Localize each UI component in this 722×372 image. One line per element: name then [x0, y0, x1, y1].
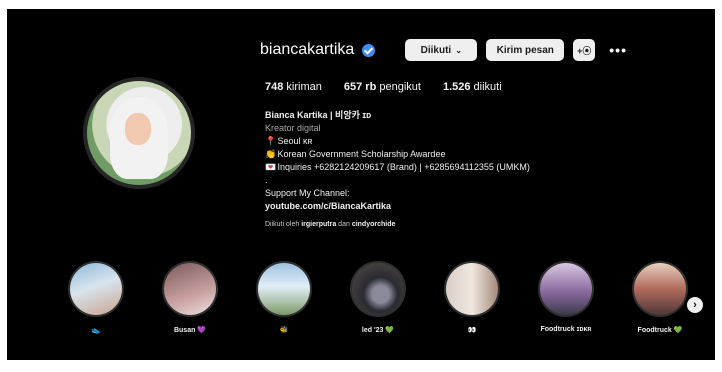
following-button-label: Diikuti: [420, 44, 452, 56]
bio-inquiry-line: 💌 Inquiries +6282124209617 (Brand) | +62…: [265, 162, 530, 172]
more-options-icon[interactable]: •••: [609, 42, 627, 58]
username: biancakartika: [260, 41, 355, 58]
profile-bio: Bianca Kartika | 비앙카 ɪᴅ Kreator digital …: [265, 109, 605, 231]
next-highlights-chevron-icon[interactable]: ›: [687, 297, 703, 313]
highlight-cover: [446, 263, 498, 315]
verified-badge-icon: [362, 43, 376, 57]
highlight-label: 🐝: [279, 327, 289, 334]
highlight-item[interactable]: Foodtruck ɪᴅᴋʀ: [531, 261, 601, 333]
highlight-item[interactable]: 👀: [437, 261, 507, 334]
highlight-label: Foodtruck 💚: [637, 327, 683, 334]
profile-header: biancakartika Diikuti ⌄ Kirim pesan +⦿ •…: [260, 35, 627, 65]
highlight-item[interactable]: 👟: [61, 261, 131, 334]
followed-by: Diikuti oleh irgierputra dan cindyorchid…: [265, 221, 396, 228]
highlight-cover: [258, 263, 310, 315]
highlight-label: Foodtruck ɪᴅᴋʀ: [540, 326, 592, 333]
followers-count[interactable]: 657 rb pengikut: [344, 81, 421, 93]
profile-stats: 748 kiriman 657 rb pengikut 1.526 diikut…: [265, 81, 524, 93]
add-user-icon[interactable]: +⦿: [573, 39, 596, 61]
profile-page: biancakartika Diikuti ⌄ Kirim pesan +⦿ •…: [7, 9, 715, 360]
highlight-item[interactable]: 🐝: [249, 261, 319, 334]
followed-by-user[interactable]: cindyorchide: [352, 221, 396, 228]
highlight-label: 👟: [91, 327, 101, 334]
highlight-cover: [164, 263, 216, 315]
support-text: Support My Channel:: [265, 188, 350, 198]
bio-dot: .: [265, 175, 268, 185]
story-highlights: 👟 Busan 💜 🐝 led '23 💚 👀 Foodtruck ɪᴅᴋʀ F…: [61, 261, 701, 341]
followed-by-user[interactable]: irgierputra: [301, 221, 336, 228]
following-button[interactable]: Diikuti ⌄: [405, 39, 478, 61]
profile-avatar[interactable]: [83, 77, 195, 189]
profile-link[interactable]: youtube.com/c/BiancaKartika: [265, 200, 605, 213]
avatar-photo: [87, 81, 191, 185]
highlight-item[interactable]: Foodtruck 💚: [625, 261, 695, 334]
clap-icon: 👏: [265, 149, 277, 159]
highlight-label: led '23 💚: [361, 327, 395, 334]
posts-count[interactable]: 748 kiriman: [265, 81, 322, 93]
highlight-cover: [70, 263, 122, 315]
highlight-label: Busan 💜: [173, 327, 207, 334]
chevron-down-icon: ⌄: [455, 45, 462, 55]
love-letter-icon: 💌: [265, 162, 277, 172]
full-name: Bianca Kartika | 비앙카 ɪᴅ: [265, 110, 372, 120]
highlight-item[interactable]: led '23 💚: [343, 261, 413, 334]
highlight-cover: [540, 263, 592, 315]
bio-scholar-line: 👏 Korean Government Scholarship Awardee: [265, 149, 446, 159]
highlight-cover: [352, 263, 404, 315]
highlight-label: 👀: [467, 327, 477, 334]
send-message-button[interactable]: Kirim pesan: [486, 39, 565, 61]
following-count[interactable]: 1.526 diikuti: [443, 81, 502, 93]
highlight-item[interactable]: Busan 💜: [155, 261, 225, 334]
pin-icon: 📍: [265, 136, 277, 146]
highlight-cover: [634, 263, 686, 315]
bio-location-line: 📍 Seoul ᴋʀ: [265, 136, 313, 146]
category-label: Kreator digital: [265, 123, 321, 133]
